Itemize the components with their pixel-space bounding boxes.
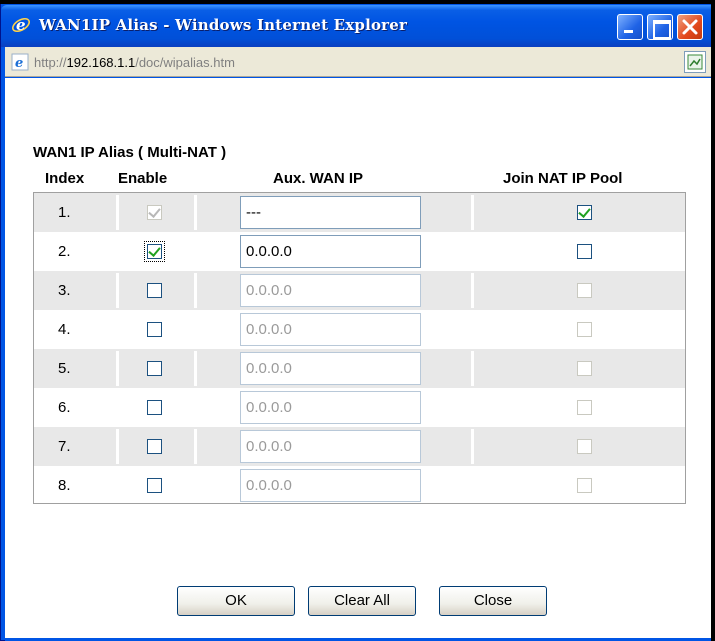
join-nat-ip-pool-checkbox: [577, 283, 592, 298]
table-row: 5. 0.0.0.0: [34, 349, 685, 388]
svg-text:e: e: [16, 16, 26, 34]
ok-button[interactable]: OK: [177, 586, 295, 616]
minimize-button[interactable]: [617, 14, 643, 40]
row-index: 5.: [58, 360, 71, 377]
window-title: WAN1IP Alias - Windows Internet Explorer: [39, 16, 408, 34]
aux-wan-ip-input[interactable]: 0.0.0.0: [240, 235, 421, 268]
ie-logo-icon: e: [12, 16, 30, 34]
page-content: WAN1 IP Alias ( Multi-NAT ) Index Enable…: [5, 78, 712, 641]
row-index: 6.: [58, 399, 71, 416]
row-index: 7.: [58, 438, 71, 455]
ie-page-icon: e: [11, 53, 29, 71]
aux-wan-ip-input[interactable]: 0.0.0.0: [240, 274, 421, 307]
close-button[interactable]: Close: [439, 586, 547, 616]
enable-checkbox[interactable]: [147, 400, 162, 415]
join-nat-ip-pool-checkbox[interactable]: [577, 244, 592, 259]
address-prefix: http://: [34, 55, 67, 70]
title-bar[interactable]: e WAN1IP Alias - Windows Internet Explor…: [1, 5, 712, 47]
address-bar: e http://192.168.1.1/doc/wipalias.htm: [5, 47, 712, 77]
enable-checkbox[interactable]: [147, 322, 162, 337]
enable-checkbox[interactable]: [147, 361, 162, 376]
row-index: 4.: [58, 321, 71, 338]
join-nat-ip-pool-checkbox: [577, 400, 592, 415]
screen-edge-right: [711, 0, 715, 641]
address-host: 192.168.1.1: [66, 55, 136, 70]
aux-wan-ip-input[interactable]: 0.0.0.0: [240, 391, 421, 424]
join-nat-ip-pool-checkbox: [577, 322, 592, 337]
table-row: 3. 0.0.0.0: [34, 271, 685, 310]
row-index: 2.: [58, 243, 71, 260]
enable-checkbox[interactable]: [144, 241, 165, 262]
close-icon: [682, 19, 698, 35]
aux-wan-ip-input[interactable]: ---: [240, 196, 421, 229]
alias-grid: 1. --- 2. 0.0.0.0 3. 0.0.0.0 4. 0.0.0.0 …: [33, 192, 686, 504]
enable-checkbox: [147, 205, 162, 220]
join-nat-ip-pool-checkbox: [577, 439, 592, 454]
address-url[interactable]: http://192.168.1.1/doc/wipalias.htm: [34, 55, 235, 70]
section-title: WAN1 IP Alias ( Multi-NAT ): [33, 144, 227, 161]
enable-checkbox[interactable]: [147, 478, 162, 493]
maximize-button[interactable]: [647, 14, 673, 40]
browser-window: e WAN1IP Alias - Windows Internet Explor…: [0, 0, 715, 641]
column-header-aux-wan-ip: Aux. WAN IP: [273, 170, 364, 187]
table-row: 4. 0.0.0.0: [34, 310, 685, 349]
page-status-icon[interactable]: [684, 51, 706, 73]
join-nat-ip-pool-checkbox[interactable]: [577, 205, 592, 220]
table-row: 8. 0.0.0.0: [34, 466, 685, 505]
table-row: 6. 0.0.0.0: [34, 388, 685, 427]
svg-text:e: e: [15, 56, 23, 71]
column-header-enable: Enable: [118, 170, 168, 187]
join-nat-ip-pool-checkbox: [577, 361, 592, 376]
address-path: /doc/wipalias.htm: [135, 55, 235, 70]
column-header-join-nat-ip-pool: Join NAT IP Pool: [503, 170, 623, 187]
page-image-icon: [687, 54, 703, 70]
join-nat-ip-pool-checkbox: [577, 478, 592, 493]
row-index: 8.: [58, 477, 71, 494]
column-header-index: Index: [45, 170, 85, 187]
table-row: 2. 0.0.0.0: [34, 232, 685, 271]
enable-checkbox[interactable]: [147, 439, 162, 454]
table-row: 7. 0.0.0.0: [34, 427, 685, 466]
row-index: 1.: [58, 204, 71, 221]
screen-edge-top: [0, 0, 715, 4]
close-window-button[interactable]: [677, 14, 703, 40]
aux-wan-ip-input[interactable]: 0.0.0.0: [240, 313, 421, 346]
aux-wan-ip-input[interactable]: 0.0.0.0: [240, 352, 421, 385]
aux-wan-ip-input[interactable]: 0.0.0.0: [240, 469, 421, 502]
aux-wan-ip-input[interactable]: 0.0.0.0: [240, 430, 421, 463]
clear-all-button[interactable]: Clear All: [308, 586, 416, 616]
row-index: 3.: [58, 282, 71, 299]
table-row: 1. ---: [34, 193, 685, 232]
enable-checkbox[interactable]: [147, 283, 162, 298]
